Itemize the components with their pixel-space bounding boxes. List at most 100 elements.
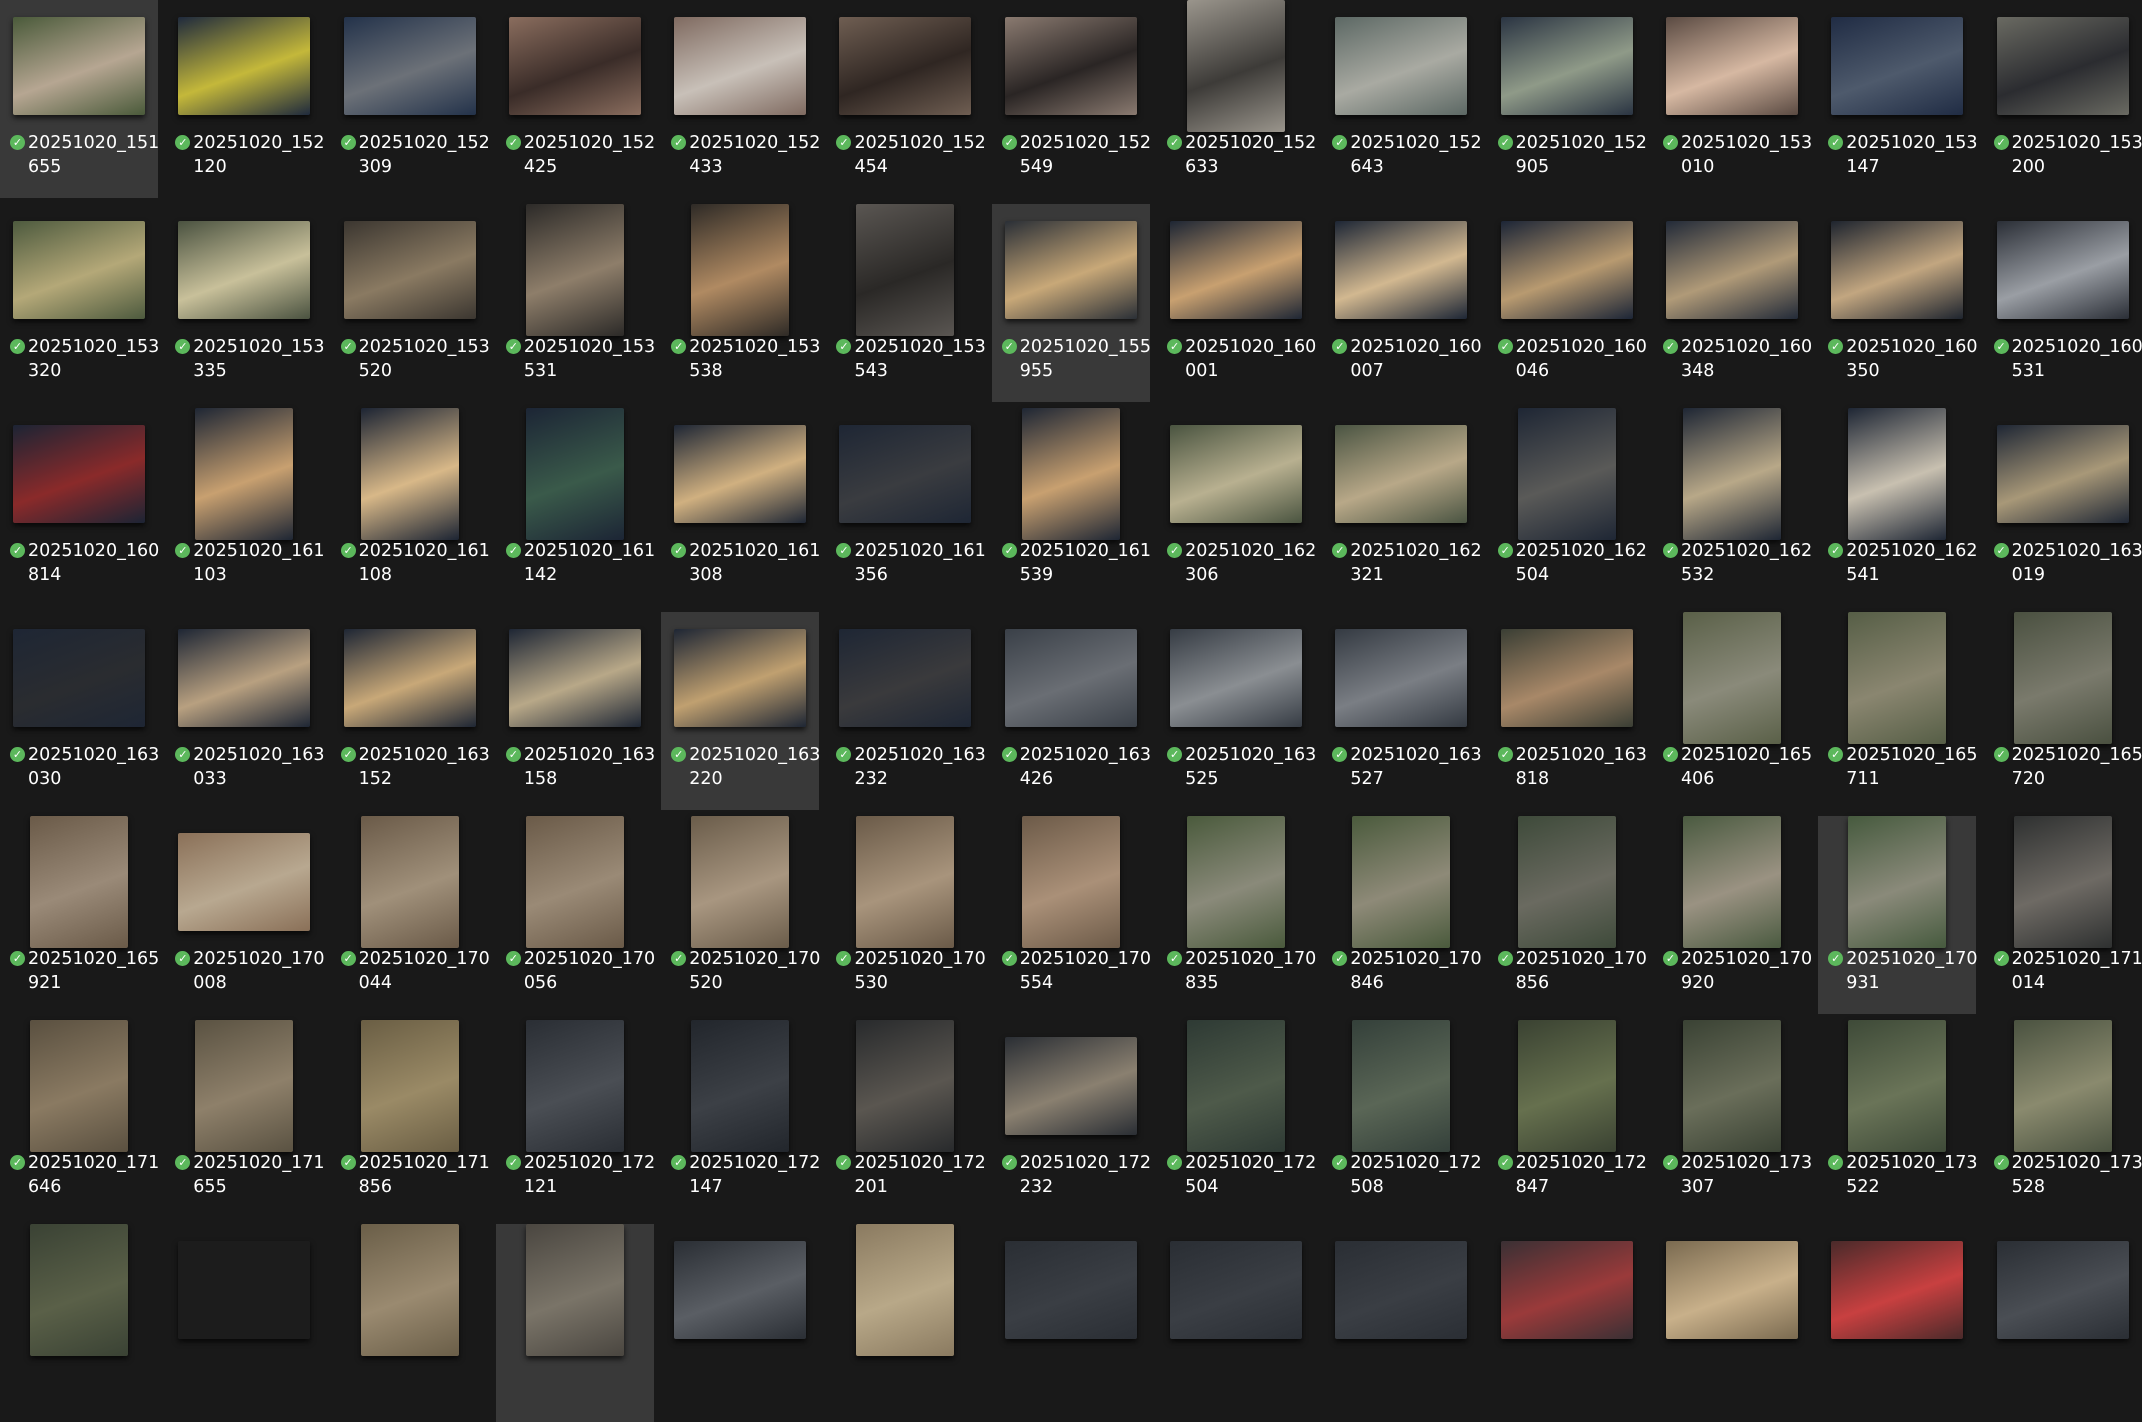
- file-item[interactable]: ✓ 20251020_151 655: [0, 0, 159, 198]
- photo-thumbnail[interactable]: [1517, 1020, 1616, 1152]
- photo-thumbnail[interactable]: [1021, 408, 1120, 540]
- photo-thumbnail[interactable]: [1004, 1037, 1137, 1135]
- photo-thumbnail[interactable]: [1517, 408, 1616, 540]
- photo-thumbnail[interactable]: [691, 816, 790, 948]
- file-item[interactable]: ✓ 20251020_153 200: [1984, 0, 2142, 198]
- file-item[interactable]: ✓ 20251020_162 504: [1488, 408, 1647, 606]
- photo-thumbnail[interactable]: [1848, 1020, 1947, 1152]
- file-item[interactable]: [661, 1224, 819, 1422]
- photo-thumbnail[interactable]: [30, 816, 128, 948]
- file-item[interactable]: ✓ 20251020_163 030: [0, 612, 159, 810]
- photo-thumbnail[interactable]: [30, 1224, 128, 1356]
- file-item[interactable]: ✓ 20251020_153 538: [661, 204, 820, 402]
- file-item[interactable]: ✓ 20251020_153 010: [1653, 0, 1812, 198]
- photo-thumbnail[interactable]: [525, 204, 624, 336]
- file-item[interactable]: ✓ 20251020_165 406: [1653, 612, 1812, 810]
- file-item[interactable]: [165, 1224, 323, 1422]
- photo-thumbnail[interactable]: [343, 17, 476, 115]
- photo-thumbnail[interactable]: [178, 833, 311, 931]
- file-item[interactable]: ✓ 20251020_152 433: [661, 0, 820, 198]
- photo-thumbnail[interactable]: [1004, 1241, 1137, 1339]
- file-item[interactable]: ✓ 20251020_152 425: [496, 0, 655, 198]
- file-item[interactable]: ✓ 20251020_163 019: [1984, 408, 2142, 606]
- photo-thumbnail[interactable]: [13, 17, 145, 115]
- file-item[interactable]: [0, 1224, 158, 1422]
- file-item[interactable]: ✓ 20251020_173 522: [1818, 1020, 1978, 1218]
- file-item[interactable]: ✓ 20251020_170 856: [1488, 816, 1647, 1014]
- file-item[interactable]: ✓ 20251020_161 142: [496, 408, 655, 606]
- photo-thumbnail[interactable]: [1996, 17, 2129, 115]
- photo-thumbnail[interactable]: [1665, 1241, 1798, 1339]
- file-item[interactable]: ✓ 20251020_160 348: [1653, 204, 1812, 402]
- photo-thumbnail[interactable]: [856, 1020, 955, 1152]
- photo-thumbnail[interactable]: [674, 17, 807, 115]
- file-item[interactable]: ✓ 20251020_160 007: [1322, 204, 1482, 402]
- photo-thumbnail[interactable]: [1831, 17, 1964, 115]
- file-item[interactable]: ✓ 20251020_162 306: [1157, 408, 1316, 606]
- photo-thumbnail[interactable]: [195, 1020, 294, 1152]
- file-item[interactable]: [1818, 1224, 1976, 1422]
- photo-thumbnail[interactable]: [1682, 612, 1781, 744]
- photo-thumbnail[interactable]: [195, 408, 294, 540]
- photo-thumbnail[interactable]: [1352, 816, 1451, 948]
- photo-thumbnail[interactable]: [1187, 1020, 1286, 1152]
- photo-thumbnail[interactable]: [691, 204, 790, 336]
- file-item[interactable]: ✓ 20251020_163 158: [496, 612, 655, 810]
- file-item[interactable]: ✓ 20251020_161 539: [992, 408, 1151, 606]
- photo-thumbnail[interactable]: [360, 816, 459, 948]
- photo-thumbnail[interactable]: [1170, 1241, 1303, 1339]
- file-item[interactable]: ✓ 20251020_170 008: [165, 816, 325, 1014]
- file-item[interactable]: ✓ 20251020_153 335: [165, 204, 325, 402]
- photo-thumbnail[interactable]: [343, 629, 476, 727]
- file-item[interactable]: ✓ 20251020_172 504: [1157, 1020, 1316, 1218]
- photo-thumbnail[interactable]: [1665, 221, 1798, 319]
- photo-thumbnail[interactable]: [691, 1020, 790, 1152]
- photo-thumbnail[interactable]: [508, 629, 641, 727]
- file-item[interactable]: ✓ 20251020_163 232: [826, 612, 986, 810]
- file-item[interactable]: ✓ 20251020_153 520: [331, 204, 490, 402]
- photo-thumbnail[interactable]: [1996, 221, 2129, 319]
- photo-thumbnail[interactable]: [508, 17, 641, 115]
- file-item[interactable]: ✓ 20251020_163 527: [1322, 612, 1482, 810]
- photo-thumbnail[interactable]: [1996, 425, 2129, 523]
- file-item[interactable]: [992, 1224, 1150, 1422]
- file-item[interactable]: ✓ 20251020_170 846: [1322, 816, 1482, 1014]
- photo-thumbnail[interactable]: [178, 221, 311, 319]
- file-item[interactable]: ✓ 20251020_171 655: [165, 1020, 325, 1218]
- photo-thumbnail[interactable]: [178, 17, 311, 115]
- file-item[interactable]: ✓ 20251020_171 646: [0, 1020, 159, 1218]
- file-item[interactable]: ✓ 20251020_155 955: [991, 204, 1151, 402]
- photo-thumbnail[interactable]: [360, 408, 459, 540]
- file-item[interactable]: ✓ 20251020_173 307: [1653, 1020, 1812, 1218]
- file-item[interactable]: [1157, 1224, 1315, 1422]
- file-item[interactable]: ✓ 20251020_165 921: [0, 816, 159, 1014]
- photo-thumbnail[interactable]: [1335, 425, 1468, 523]
- file-item[interactable]: ✓ 20251020_162 321: [1322, 408, 1482, 606]
- file-item[interactable]: [495, 1224, 654, 1422]
- file-item[interactable]: [1488, 1224, 1646, 1422]
- photo-thumbnail[interactable]: [1500, 221, 1633, 319]
- photo-thumbnail[interactable]: [13, 425, 145, 523]
- file-item[interactable]: ✓ 20251020_161 308: [661, 408, 820, 606]
- file-item[interactable]: ✓ 20251020_163 152: [331, 612, 490, 810]
- photo-thumbnail[interactable]: [13, 629, 145, 727]
- photo-thumbnail[interactable]: [525, 408, 624, 540]
- file-item[interactable]: ✓ 20251020_163 426: [992, 612, 1151, 810]
- file-item[interactable]: ✓ 20251020_172 847: [1488, 1020, 1647, 1218]
- file-item[interactable]: ✓ 20251020_170 920: [1653, 816, 1812, 1014]
- photo-thumbnail[interactable]: [1187, 0, 1286, 132]
- photo-thumbnail[interactable]: [1170, 629, 1303, 727]
- file-item[interactable]: ✓ 20251020_165 711: [1818, 612, 1978, 810]
- file-item[interactable]: ✓ 20251020_160 531: [1984, 204, 2142, 402]
- file-item[interactable]: ✓ 20251020_161 103: [165, 408, 325, 606]
- file-item[interactable]: ✓ 20251020_170 056: [496, 816, 655, 1014]
- photo-thumbnail[interactable]: [1500, 629, 1633, 727]
- photo-thumbnail[interactable]: [1831, 1241, 1964, 1339]
- file-item[interactable]: ✓ 20251020_163 220: [661, 612, 820, 810]
- photo-thumbnail[interactable]: [1500, 17, 1633, 115]
- file-item[interactable]: ✓ 20251020_152 120: [165, 0, 325, 198]
- photo-thumbnail[interactable]: [2013, 816, 2112, 948]
- photo-thumbnail[interactable]: [1848, 816, 1947, 948]
- file-item[interactable]: ✓ 20251020_152 633: [1157, 0, 1316, 198]
- photo-thumbnail[interactable]: [1848, 408, 1947, 540]
